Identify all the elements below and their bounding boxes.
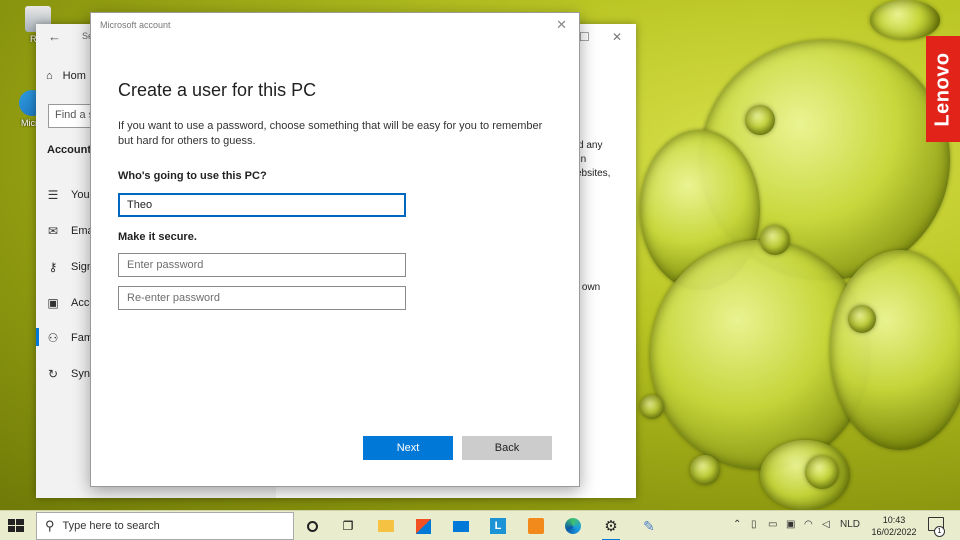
password-input[interactable]	[118, 253, 406, 277]
next-button[interactable]: Next	[363, 436, 453, 460]
sidebar-item-access[interactable]: ▣ Acce	[46, 296, 95, 310]
secure-label: Make it secure.	[118, 231, 197, 243]
lenovo-badge: Lenovo	[926, 36, 960, 142]
taskbar: ⚲ Type here to search ❐ L ⚙ ✎ ⌃ ▯ ▭ ▣ ◠ …	[0, 510, 960, 540]
clock-time: 10:43	[882, 515, 906, 525]
sync-icon: ↻	[47, 367, 59, 381]
back-button[interactable]: Back	[462, 436, 552, 460]
username-label: Who's going to use this PC?	[118, 170, 267, 182]
windows-start-icon[interactable]	[6, 517, 26, 535]
close-icon[interactable]: ✕	[612, 30, 622, 44]
person-card-icon: ☰	[47, 188, 59, 202]
sidebar-item-your-info[interactable]: ☰ Your	[46, 188, 94, 202]
back-arrow-icon[interactable]: ←	[48, 29, 61, 44]
app-icon[interactable]	[525, 515, 547, 537]
reenter-password-input[interactable]	[118, 286, 406, 310]
edge-icon[interactable]	[562, 515, 584, 537]
mail-icon: ✉	[47, 224, 59, 238]
volume-icon[interactable]: ◁	[822, 519, 830, 530]
file-explorer-icon[interactable]	[375, 515, 397, 537]
search-icon: ⚲	[45, 518, 55, 533]
cortana-icon[interactable]	[301, 515, 323, 537]
notification-badge: 1	[934, 526, 945, 537]
wifi-icon[interactable]: ◠	[804, 519, 813, 530]
key-icon: ⚷	[48, 260, 58, 274]
task-view-icon[interactable]: ❐	[337, 515, 359, 537]
close-icon[interactable]: ✕	[556, 17, 567, 33]
sidebar-item-home[interactable]: ⌂ Hom	[46, 70, 86, 82]
taskbar-search-box[interactable]: ⚲ Type here to search	[36, 512, 294, 540]
dialog-description: If you want to use a password, choose so…	[118, 120, 543, 147]
sidebar-item-sign-in[interactable]: ⚷ Sign	[46, 260, 93, 274]
sidebar-item-email[interactable]: ✉ Ema	[46, 224, 94, 238]
taskbar-clock[interactable]: 10:43 16/02/2022	[866, 514, 922, 538]
sidebar-item-label: Hom	[62, 70, 86, 82]
store-icon[interactable]	[412, 515, 434, 537]
search-placeholder: Type here to search	[62, 520, 160, 532]
chevron-up-icon[interactable]: ⌃	[733, 519, 741, 530]
lenovo-vantage-icon[interactable]: L	[487, 515, 509, 537]
sidebar-item-sync[interactable]: ↻ Sync	[46, 367, 96, 381]
network-icon[interactable]: ▣	[786, 519, 795, 530]
mail-icon[interactable]	[450, 515, 472, 537]
language-indicator[interactable]: NLD	[840, 519, 860, 530]
active-indicator	[36, 328, 39, 346]
sidebar-item-family[interactable]: ⚇ Fam	[46, 331, 93, 345]
briefcase-icon: ▣	[47, 296, 59, 310]
maximize-icon[interactable]: ☐	[579, 30, 590, 44]
microsoft-account-dialog: Microsoft account ✕ Create a user for th…	[90, 12, 580, 487]
settings-icon[interactable]: ⚙	[600, 515, 622, 540]
paint-icon[interactable]: ✎	[638, 515, 660, 537]
settings-text-fragment: d any	[578, 140, 603, 151]
dialog-title: Microsoft account	[100, 20, 171, 30]
clock-date: 16/02/2022	[871, 527, 917, 537]
page-title: Create a user for this PC	[118, 80, 317, 100]
device-icon[interactable]: ▯	[751, 519, 757, 530]
add-person-icon: ⚇	[47, 331, 59, 345]
username-input[interactable]	[118, 193, 406, 217]
home-icon: ⌂	[46, 70, 53, 82]
battery-icon[interactable]: ▭	[768, 519, 777, 530]
